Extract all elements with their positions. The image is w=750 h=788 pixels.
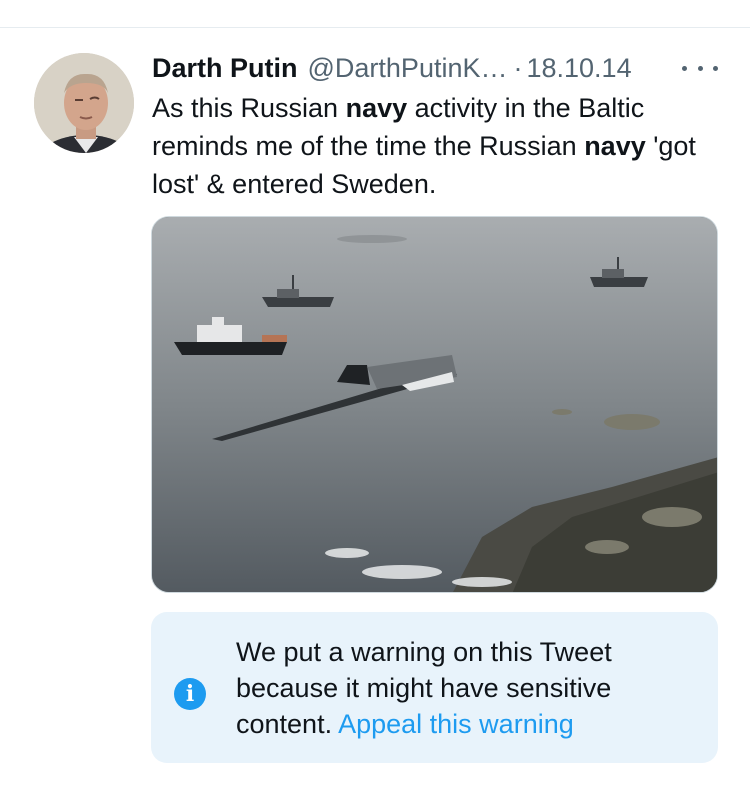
separator-dot: · (513, 52, 523, 83)
tweet-text: As this Russian navy activity in the Bal… (152, 93, 696, 199)
tweet-header: Darth Putin @DarthPutinK… · 18.10.14 (152, 51, 722, 85)
author-name[interactable]: Darth Putin (152, 53, 298, 84)
author-handle[interactable]: @DarthPutinK… (308, 53, 508, 84)
tweet-photo[interactable] (151, 216, 718, 593)
avatar[interactable] (34, 53, 134, 153)
appeal-warning-link[interactable]: Appeal this warning (338, 709, 574, 739)
more-horizontal-icon[interactable] (682, 58, 718, 78)
top-divider (0, 27, 750, 28)
warning-message: We put a warning on this Tweet because i… (236, 637, 612, 739)
tweet-date[interactable]: 18.10.14 (526, 53, 631, 84)
sensitive-content-warning: i We put a warning on this Tweet because… (151, 612, 718, 763)
info-icon: i (174, 678, 206, 710)
